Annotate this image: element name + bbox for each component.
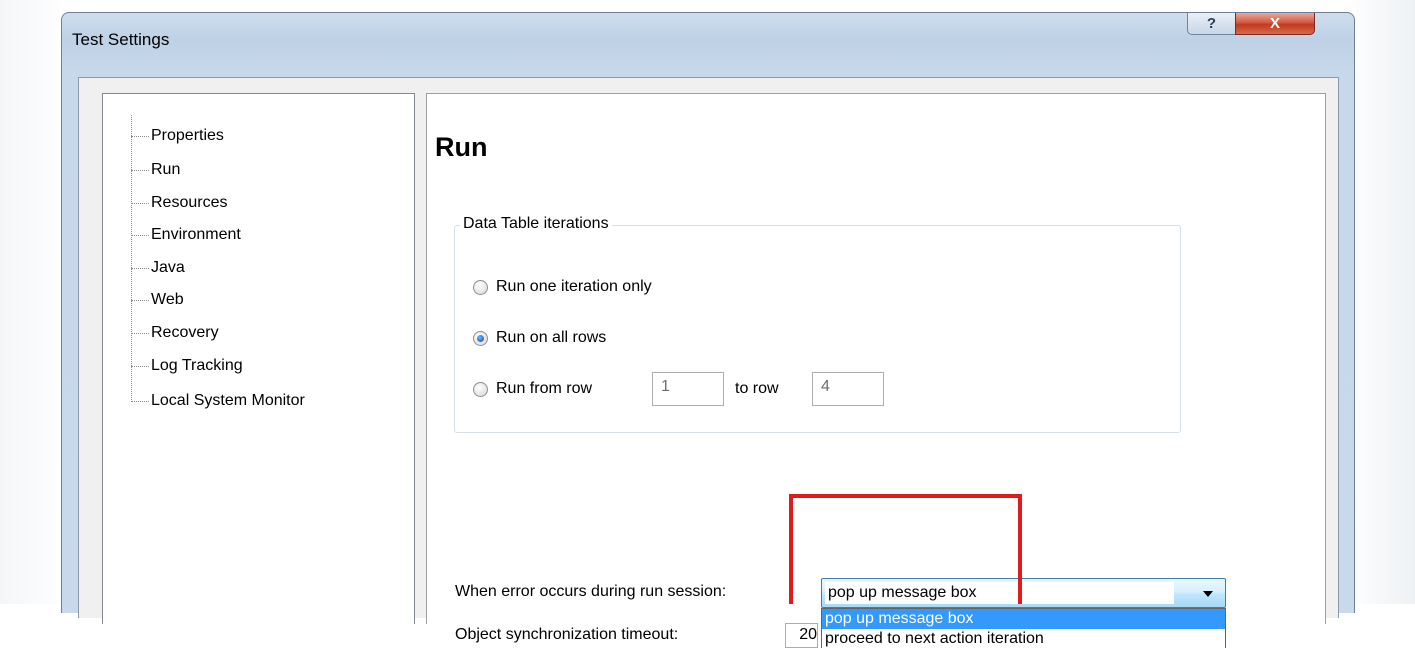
tree-item-resources[interactable]: Resources bbox=[151, 193, 227, 213]
tree-item-log-tracking[interactable]: Log Tracking bbox=[151, 356, 243, 376]
error-behavior-label: When error occurs during run session: bbox=[455, 583, 727, 600]
dropdown-option-proceed-to-next-action-iteration[interactable]: proceed to next action iteration bbox=[822, 629, 1225, 649]
group-legend: Data Table iterations bbox=[460, 215, 612, 233]
dropdown-option-pop-up-message-box[interactable]: pop up message box bbox=[822, 609, 1225, 629]
tree-item-web[interactable]: Web bbox=[151, 290, 184, 310]
tree-item-properties[interactable]: Properties bbox=[151, 126, 224, 146]
tree-connector bbox=[131, 401, 149, 402]
tree-item-environment[interactable]: Environment bbox=[151, 225, 241, 245]
radio-button[interactable] bbox=[473, 279, 488, 295]
radio-run-from-row[interactable]: Run from row bbox=[473, 378, 592, 400]
tree-item-java[interactable]: Java bbox=[151, 258, 185, 278]
tree-connector bbox=[131, 333, 149, 334]
radio-label: Run one iteration only bbox=[496, 278, 652, 295]
annotation-highlight-box bbox=[789, 494, 1022, 604]
to-row-input[interactable]: 4 bbox=[812, 372, 884, 406]
tree-connector bbox=[131, 300, 149, 301]
close-button[interactable]: X bbox=[1235, 13, 1315, 35]
radio-button[interactable] bbox=[473, 381, 488, 397]
tree-item-run[interactable]: Run bbox=[151, 160, 180, 180]
help-button[interactable]: ? bbox=[1187, 13, 1236, 35]
window-title: Test Settings bbox=[72, 30, 170, 49]
tree-connector-line bbox=[131, 115, 132, 402]
tree-connector bbox=[131, 268, 149, 269]
error-behavior-dropdown-list: pop up message box proceed to next actio… bbox=[821, 608, 1226, 648]
chevron-down-icon[interactable] bbox=[1203, 591, 1213, 597]
sync-timeout-label: Object synchronization timeout: bbox=[455, 626, 679, 643]
tree-item-local-system-monitor[interactable]: Local System Monitor bbox=[151, 391, 305, 411]
radio-button-checked[interactable] bbox=[473, 330, 488, 346]
radio-label: Run on all rows bbox=[496, 329, 607, 346]
data-table-iterations-group: Data Table iterations Run one iteration … bbox=[454, 215, 1181, 433]
tree-connector bbox=[131, 170, 149, 171]
sync-timeout-input[interactable]: 20 bbox=[785, 623, 818, 648]
test-settings-dialog: Test Settings ? X Properties Run Resourc… bbox=[61, 12, 1355, 648]
to-row-label: to row bbox=[735, 380, 779, 397]
tree-connector bbox=[131, 203, 149, 204]
title-bar[interactable]: Test Settings ? X bbox=[62, 13, 1354, 73]
tree-item-recovery[interactable]: Recovery bbox=[151, 323, 219, 343]
from-row-input[interactable]: 1 bbox=[652, 372, 724, 406]
radio-run-one-iteration[interactable]: Run one iteration only bbox=[473, 276, 652, 298]
tree-connector bbox=[131, 235, 149, 236]
page-title: Run bbox=[435, 132, 488, 162]
radio-label: Run from row bbox=[496, 380, 593, 397]
tree-connector bbox=[131, 136, 149, 137]
dialog-client-area: Properties Run Resources Environment Jav… bbox=[78, 77, 1339, 648]
settings-tree: Properties Run Resources Environment Jav… bbox=[102, 93, 415, 624]
radio-run-all-rows[interactable]: Run on all rows bbox=[473, 327, 606, 349]
tree-connector bbox=[131, 366, 149, 367]
